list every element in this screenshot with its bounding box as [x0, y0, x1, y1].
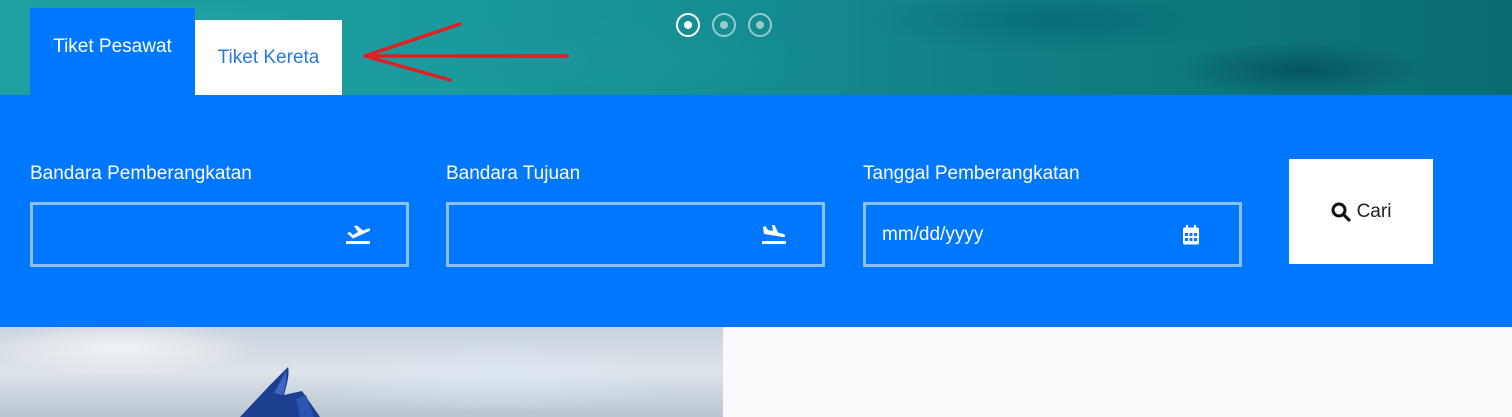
plane-takeoff-icon [344, 221, 372, 249]
arrival-label: Bandara Tujuan [446, 163, 581, 184]
arrival-input[interactable] [465, 223, 760, 246]
date-field[interactable] [863, 202, 1242, 267]
arrival-field[interactable] [446, 202, 825, 267]
search-button[interactable]: Cari [1289, 159, 1433, 264]
date-label: Tanggal Pemberangkatan [863, 163, 1080, 184]
hero-banner: Tiket Pesawat Tiket Kereta [0, 0, 1512, 96]
content-area [723, 327, 1512, 417]
plane-landing-icon [760, 221, 788, 249]
tab-tiket-kereta[interactable]: Tiket Kereta [195, 20, 342, 96]
tab-tiket-kereta-label: Tiket Kereta [217, 47, 320, 68]
date-input[interactable] [882, 223, 1177, 246]
search-button-label: Cari [1356, 200, 1392, 222]
calendar-icon [1177, 221, 1205, 249]
annotation-arrow-icon [363, 22, 569, 82]
departure-input[interactable] [49, 223, 344, 246]
carousel-dots [676, 13, 772, 37]
departure-label: Bandara Pemberangkatan [30, 163, 252, 184]
page: Tiket Pesawat Tiket Kereta Bandara Pembe… [0, 0, 1512, 417]
carousel-dot-3[interactable] [748, 13, 772, 37]
search-panel: Bandara Pemberangkatan Bandara Tujuan Ta… [0, 95, 1512, 327]
airplane-tail-image [240, 367, 320, 417]
carousel-dot-1[interactable] [676, 13, 700, 37]
destination-photo [0, 327, 723, 417]
tab-tiket-pesawat[interactable]: Tiket Pesawat [30, 8, 195, 96]
tab-tiket-pesawat-label: Tiket Pesawat [53, 36, 172, 57]
departure-field[interactable] [30, 202, 409, 267]
search-icon [1331, 202, 1351, 222]
carousel-dot-2[interactable] [712, 13, 736, 37]
